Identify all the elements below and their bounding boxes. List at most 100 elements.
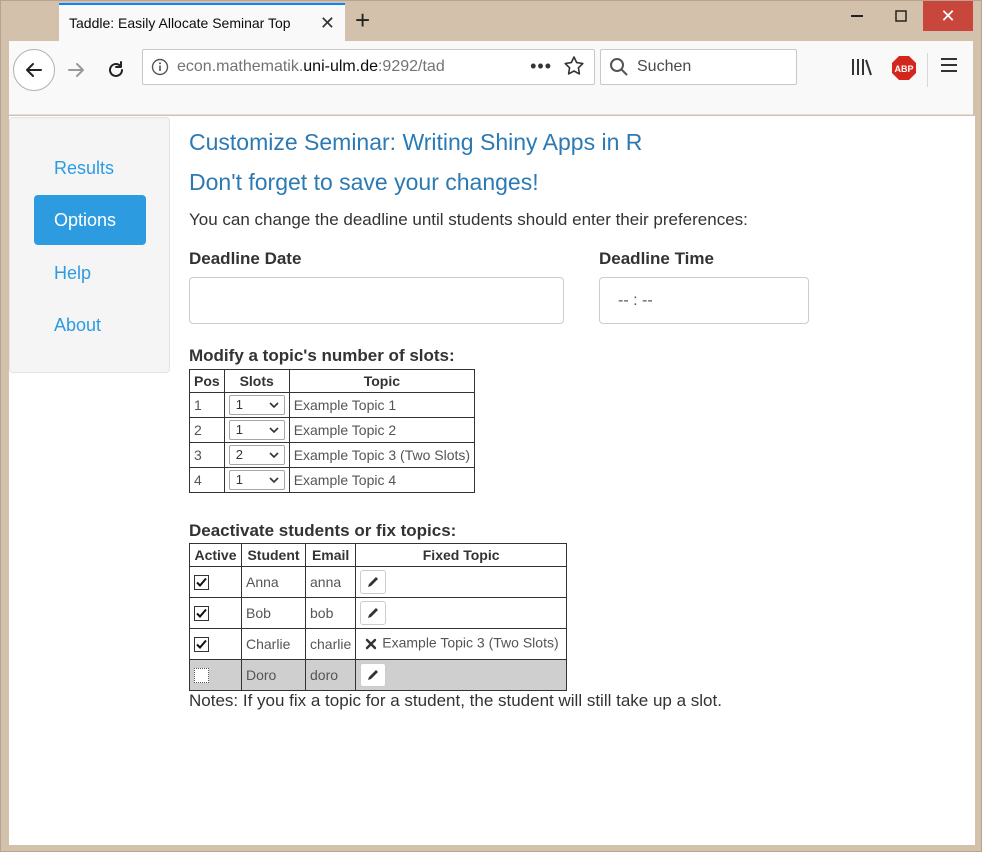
column-header: Active	[189, 543, 242, 567]
maximize-icon[interactable]	[879, 1, 923, 31]
slots-cell: 2	[223, 442, 290, 468]
column-header: Student	[241, 543, 306, 567]
topic-cell: Example Topic 2	[288, 417, 476, 443]
sidebar: Results Options Help About	[9, 117, 170, 373]
deadline-time-value: -- : --	[618, 291, 653, 309]
pencil-icon[interactable]	[360, 663, 387, 687]
sidebar-item-label: Help	[54, 262, 92, 283]
pos-cell: 2	[189, 417, 225, 443]
slots-value: 1	[235, 472, 243, 487]
slots-cell: 1	[223, 467, 290, 493]
page-content: Results Options Help About Customize Sem…	[9, 116, 975, 845]
column-header: Email	[304, 543, 357, 567]
fixed-topic-cell	[355, 597, 567, 629]
table-row: 2 1 Example Topic 2	[189, 417, 476, 443]
tab-title: Taddle: Easily Allocate Seminar Top	[69, 15, 291, 31]
sidebar-item-options[interactable]: Options	[34, 195, 146, 245]
hamburger-menu-icon[interactable]	[939, 55, 959, 80]
fixed-topic-cell: Example Topic 3 (Two Slots)	[355, 628, 567, 660]
table-row: 4 1 Example Topic 4	[189, 467, 476, 493]
search-bar[interactable]: Suchen	[600, 49, 797, 85]
student-cell: Charlie	[241, 628, 306, 660]
search-placeholder: Suchen	[637, 58, 692, 75]
sidebar-item-help[interactable]: Help	[34, 248, 146, 298]
info-icon[interactable]	[143, 58, 177, 76]
slots-select[interactable]: 2	[228, 445, 285, 465]
table-row: Doro doro	[189, 659, 567, 691]
window-close-icon[interactable]: ✕	[923, 1, 973, 31]
chevron-down-icon	[268, 446, 280, 469]
slots-value: 1	[235, 422, 243, 437]
slots-table: Pos Slots Topic 1 1 Example Topic 1 2 1 …	[189, 369, 476, 493]
sidebar-item-about[interactable]: About	[34, 300, 146, 350]
column-header: Topic	[288, 369, 476, 393]
table-row: Charlie charlie Example Topic 3 (Two Slo…	[189, 628, 567, 660]
email-cell: charlie	[304, 628, 357, 660]
active-cell	[189, 597, 242, 629]
adblock-plus-icon[interactable]: ABP	[891, 55, 917, 86]
topic-cell: Example Topic 1	[288, 392, 476, 418]
deadline-time-input[interactable]: -- : --	[599, 277, 809, 324]
deadline-date-input[interactable]	[189, 277, 564, 324]
window-controls: ✕	[835, 1, 973, 31]
tab-close-icon[interactable]: ✕	[320, 13, 335, 34]
column-header: Pos	[189, 369, 225, 393]
search-icon	[601, 57, 637, 77]
reload-icon[interactable]	[101, 55, 131, 85]
minimize-icon[interactable]	[835, 1, 879, 31]
table-row: Anna anna	[189, 566, 567, 598]
forward-arrow-icon[interactable]	[61, 55, 91, 85]
active-cell	[189, 566, 242, 598]
sidebar-item-results[interactable]: Results	[34, 143, 146, 193]
library-icon[interactable]	[851, 57, 873, 82]
remove-icon[interactable]	[360, 633, 382, 655]
email-cell: anna	[304, 566, 357, 598]
student-cell: Bob	[241, 597, 306, 629]
adblock-plus-label: ABP	[894, 64, 913, 74]
notes-text: Notes: If you fix a topic for a student,…	[189, 691, 722, 710]
active-checkbox[interactable]	[194, 606, 209, 622]
page-title: Customize Seminar: Writing Shiny Apps in…	[189, 129, 643, 155]
email-cell: bob	[304, 597, 357, 629]
browser-tab[interactable]: Taddle: Easily Allocate Seminar Top ✕	[59, 3, 345, 41]
active-checkbox[interactable]	[194, 668, 209, 684]
pencil-icon[interactable]	[360, 601, 387, 625]
deadline-intro: You can change the deadline until studen…	[189, 210, 748, 229]
deadline-date-label: Deadline Date	[189, 249, 302, 268]
pencil-icon[interactable]	[360, 570, 387, 594]
slots-select[interactable]: 1	[228, 395, 285, 415]
slots-cell: 1	[223, 417, 290, 443]
pos-cell: 3	[189, 442, 225, 468]
chevron-down-icon	[268, 396, 280, 419]
slots-value: 1	[235, 397, 243, 412]
sidebar-item-label: About	[54, 314, 102, 335]
student-cell: Anna	[241, 566, 306, 598]
table-row: 3 2 Example Topic 3 (Two Slots)	[189, 442, 476, 468]
students-heading: Deactivate students or fix topics:	[189, 521, 457, 540]
bookmark-star-icon[interactable]	[562, 54, 586, 83]
save-warning: Don't forget to save your changes!	[189, 169, 539, 195]
url-prefix: econ.mathematik.	[177, 58, 304, 75]
table-row: 1 1 Example Topic 1	[189, 392, 476, 418]
new-tab-icon[interactable]: +	[355, 7, 370, 33]
url-bar[interactable]: econ.mathematik.uni-ulm.de:9292/tad •••	[142, 49, 595, 85]
back-arrow-icon[interactable]	[13, 49, 55, 91]
chevron-down-icon	[268, 471, 280, 494]
active-checkbox[interactable]	[194, 575, 209, 591]
sidebar-item-label: Results	[54, 157, 115, 178]
active-checkbox[interactable]	[194, 637, 209, 653]
sidebar-item-label: Options	[54, 209, 117, 230]
fixed-topic-text: Example Topic 3 (Two Slots)	[382, 634, 559, 651]
page-actions-icon[interactable]: •••	[530, 56, 552, 77]
browser-window: Taddle: Easily Allocate Seminar Top ✕ + …	[0, 0, 982, 852]
url-text[interactable]: econ.mathematik.uni-ulm.de:9292/tad	[177, 58, 517, 76]
column-header: Fixed Topic	[355, 543, 567, 567]
slots-select[interactable]: 1	[228, 470, 285, 490]
slots-cell: 1	[223, 392, 290, 418]
slots-select[interactable]: 1	[228, 420, 285, 440]
deadline-time-label: Deadline Time	[599, 249, 714, 268]
table-row: Bob bob	[189, 597, 567, 629]
url-domain: uni-ulm.de	[303, 58, 378, 75]
toolbar-divider	[927, 53, 928, 87]
table-header-row: Active Student Email Fixed Topic	[189, 543, 567, 567]
